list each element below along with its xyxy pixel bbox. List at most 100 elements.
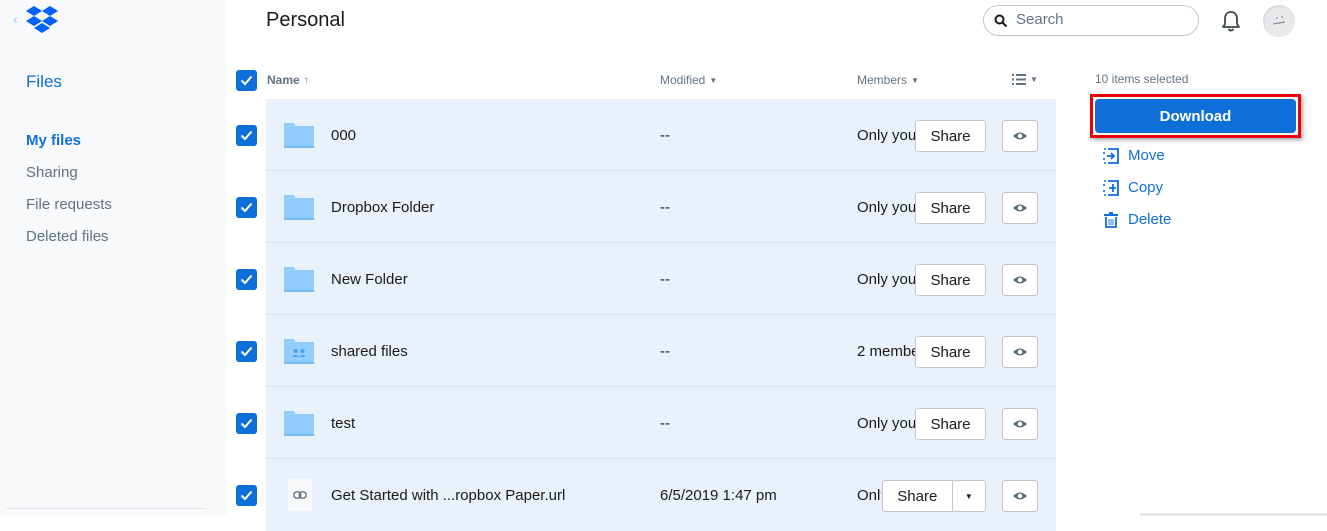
share-button[interactable]: Share: [915, 120, 986, 152]
members: Only you: [857, 271, 915, 288]
select-all-checkbox[interactable]: [236, 70, 257, 91]
preview-button[interactable]: [1002, 120, 1038, 152]
caret-down-icon: ▼: [911, 76, 919, 85]
shared-folder-icon: [284, 339, 314, 364]
column-header-members[interactable]: Members ▼: [857, 73, 919, 87]
row-checkbox[interactable]: [236, 485, 257, 506]
page-title: Personal: [266, 9, 345, 31]
table-row[interactable]: test -- Only you Share: [236, 387, 1056, 459]
members: Only you: [857, 199, 915, 216]
share-button[interactable]: Share: [915, 264, 986, 296]
preview-button[interactable]: [1002, 480, 1038, 512]
file-name[interactable]: 000: [331, 127, 356, 144]
file-name[interactable]: test: [331, 415, 355, 432]
link-icon: [293, 491, 307, 499]
row-checkbox[interactable]: [236, 125, 257, 146]
folder-icon: [284, 267, 314, 292]
preview-button[interactable]: [1002, 264, 1038, 296]
delete-action[interactable]: Delete: [1103, 211, 1171, 228]
checkmark-icon: [240, 75, 253, 86]
move-icon: [1103, 147, 1119, 164]
sort-ascending-icon: ↑: [303, 75, 309, 86]
table-row[interactable]: 000 -- Only you Share: [236, 99, 1056, 171]
checkmark-icon: [240, 346, 253, 357]
file-name[interactable]: New Folder: [331, 271, 408, 288]
row-checkbox[interactable]: [236, 413, 257, 434]
sidebar-item-deleted-files[interactable]: Deleted files: [26, 227, 112, 259]
file-name[interactable]: Get Started with ...ropbox Paper.url: [331, 487, 565, 504]
members: Only you: [857, 127, 915, 144]
link-file-icon: [288, 479, 312, 511]
table-row[interactable]: Dropbox Folder -- Only you Share: [236, 171, 1056, 243]
table-row[interactable]: New Folder -- Only you Share: [236, 243, 1056, 315]
modified-date: --: [660, 415, 670, 432]
view-toggle-button[interactable]: ▼: [1012, 74, 1038, 88]
eye-icon: [1013, 348, 1027, 356]
table-row[interactable]: Get Started with ...ropbox Paper.url 6/5…: [236, 459, 1056, 531]
eye-icon: [1013, 132, 1027, 140]
eye-icon: [1013, 420, 1027, 428]
modified-date: --: [660, 199, 670, 216]
column-name-label: Name: [267, 73, 300, 87]
download-button[interactable]: Download: [1095, 99, 1296, 133]
copy-label: Copy: [1128, 179, 1164, 196]
table-header: Name ↑ Modified ▼ Members ▼ ▼: [236, 68, 1056, 98]
trash-icon: [1104, 211, 1118, 228]
sidebar-section-title[interactable]: Files: [26, 72, 62, 92]
row-checkbox[interactable]: [236, 341, 257, 362]
eye-icon: [1013, 204, 1027, 212]
preview-button[interactable]: [1002, 336, 1038, 368]
avatar-icon[interactable]: [1263, 5, 1295, 37]
members: 2 members: [857, 343, 915, 360]
share-button[interactable]: Share: [915, 336, 986, 368]
members: Only you: [857, 487, 881, 504]
column-header-name[interactable]: Name ↑: [267, 73, 309, 87]
search-box[interactable]: [983, 5, 1199, 36]
checkmark-icon: [240, 274, 253, 285]
column-modified-label: Modified: [660, 73, 706, 87]
selection-actions-panel: 10 items selected Download Move Copy Del…: [1090, 72, 1301, 228]
share-button[interactable]: Share: [915, 408, 986, 440]
table-row[interactable]: shared files -- 2 members Share: [236, 315, 1056, 387]
copy-action[interactable]: Copy: [1103, 179, 1163, 196]
folder-icon: [284, 411, 314, 436]
file-name[interactable]: Dropbox Folder: [331, 199, 434, 216]
checkmark-icon: [240, 202, 253, 213]
search-input[interactable]: [1016, 11, 1186, 28]
list-view-icon: [1012, 74, 1026, 85]
folder-icon: [284, 123, 314, 148]
caret-down-icon: ▼: [709, 76, 718, 85]
eye-icon: [1013, 492, 1027, 500]
modified-date: 6/5/2019 1:47 pm: [660, 487, 777, 504]
column-header-modified[interactable]: Modified ▼: [660, 73, 717, 87]
row-checkbox[interactable]: [236, 197, 257, 218]
bell-icon[interactable]: [1220, 9, 1242, 33]
search-icon: [994, 14, 1008, 28]
sidebar-item-file-requests[interactable]: File requests: [26, 195, 112, 227]
sidebar-item-sharing[interactable]: Sharing: [26, 163, 112, 195]
checkmark-icon: [240, 490, 253, 501]
share-button[interactable]: Share: [915, 192, 986, 224]
file-name[interactable]: shared files: [331, 343, 408, 360]
preview-button[interactable]: [1002, 408, 1038, 440]
move-label: Move: [1128, 147, 1165, 164]
eye-icon: [1013, 276, 1027, 284]
chevron-left-icon[interactable]: ‹: [13, 11, 18, 27]
modified-date: --: [660, 343, 670, 360]
selection-count: 10 items selected: [1095, 72, 1189, 86]
dropbox-logo-icon[interactable]: [26, 6, 58, 34]
members: Only you: [857, 415, 915, 432]
share-dropdown-icon[interactable]: ▼: [951, 481, 985, 511]
share-split-button[interactable]: Share ▼: [882, 480, 986, 512]
share-button[interactable]: Share: [883, 488, 952, 505]
file-list: 000 -- Only you Share Dropbox Folder -- …: [236, 99, 1056, 531]
sidebar-item-my-files[interactable]: My files: [26, 131, 112, 163]
folder-icon: [284, 195, 314, 220]
sidebar-nav: My files Sharing File requests Deleted f…: [26, 131, 112, 259]
preview-button[interactable]: [1002, 192, 1038, 224]
download-highlight: Download: [1090, 94, 1301, 138]
caret-down-icon: ▼: [1030, 75, 1038, 84]
row-checkbox[interactable]: [236, 269, 257, 290]
move-action[interactable]: Move: [1103, 147, 1165, 164]
sidebar: ‹ Files My files Sharing File requests D…: [0, 0, 226, 516]
